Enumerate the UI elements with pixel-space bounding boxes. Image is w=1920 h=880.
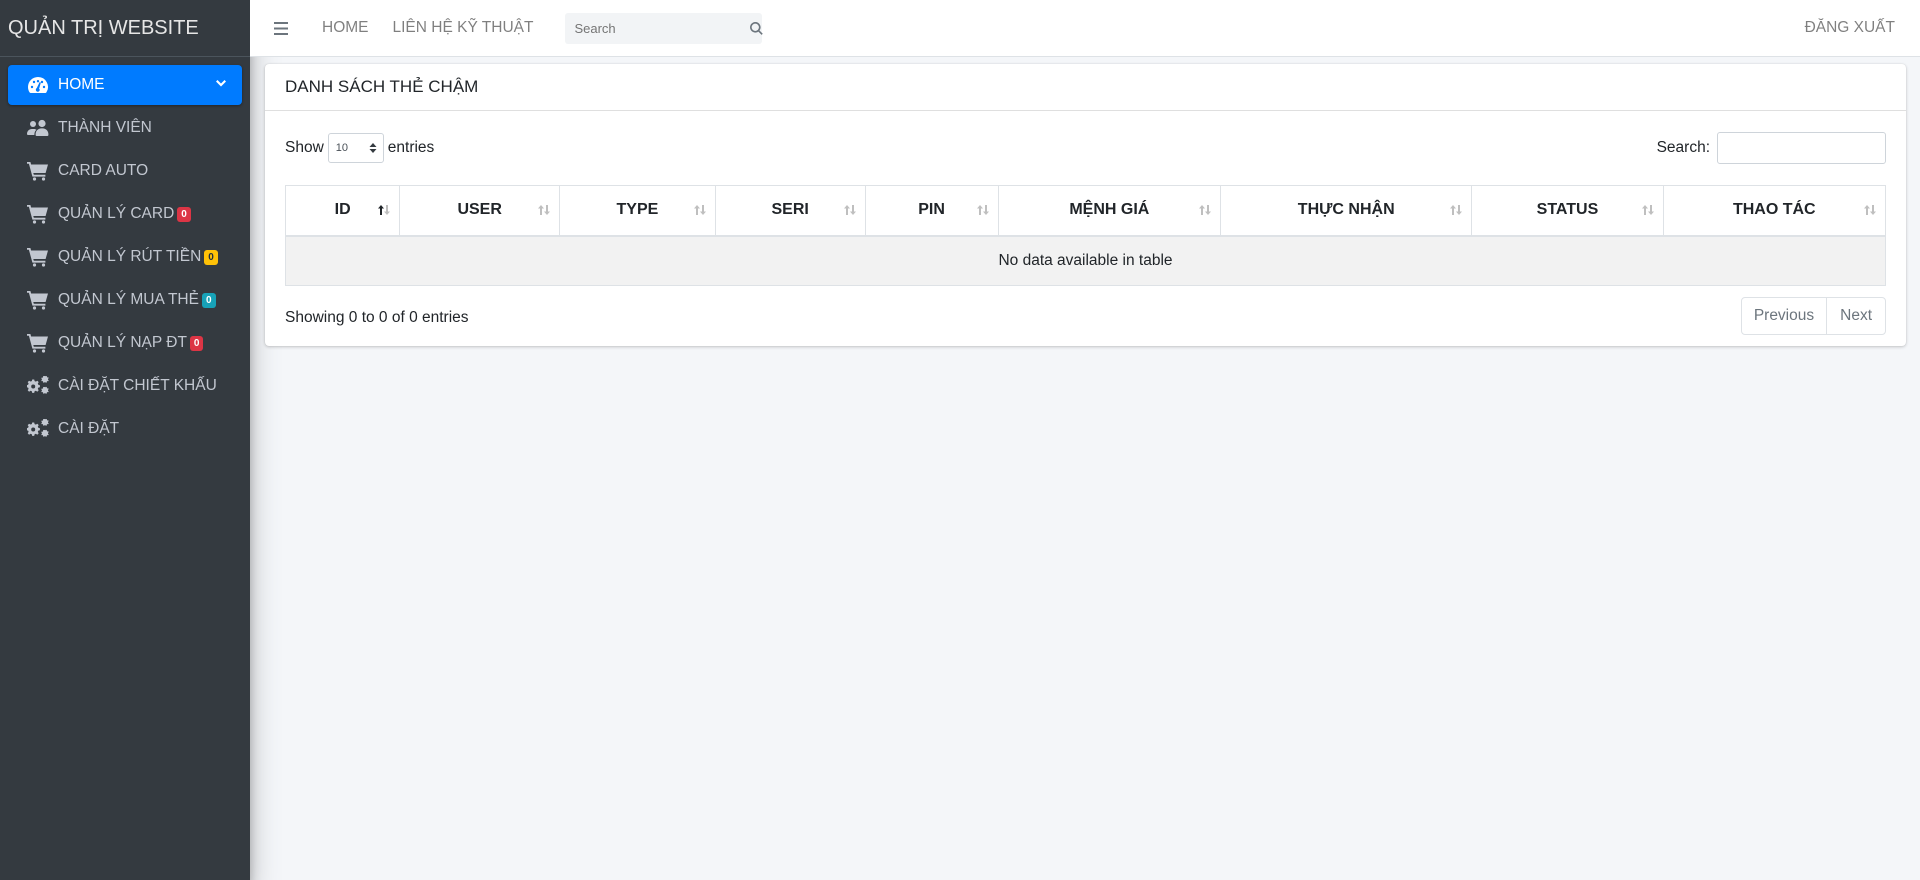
logout-link[interactable]: ĐĂNG XUẤT [1805, 19, 1895, 37]
column-header-label: SERI [771, 201, 809, 219]
sidebar-item-cai-dat[interactable]: CÀI ĐẶT [8, 409, 242, 449]
sidebar-item-thanh-vien[interactable]: THÀNH VIÊN [8, 108, 242, 148]
entries-label: entries [387, 139, 435, 156]
cart-icon [26, 290, 50, 310]
column-header-label: PIN [918, 201, 945, 219]
cart-icon [26, 247, 50, 267]
table-row: No data available in table [285, 235, 1886, 286]
sort-icon [976, 203, 990, 217]
table-info: Showing 0 to 0 of 0 entries [285, 309, 469, 326]
count-badge: 0 [177, 206, 191, 222]
cart-icon [26, 333, 50, 353]
menu-toggle-icon[interactable] [274, 20, 290, 36]
column-header-label: THỰC NHẬN [1297, 201, 1395, 219]
navbar-search [565, 12, 764, 44]
sidebar-item-label: CÀI ĐẶT CHIẾT KHẤU [58, 377, 217, 394]
column-header[interactable]: MỆNH GIÁ [997, 185, 1222, 237]
sort-icon [1863, 203, 1877, 217]
column-header-label: TYPE [616, 201, 659, 219]
sidebar-item-label: CARD AUTO [58, 162, 149, 179]
sort-icon [1198, 203, 1212, 217]
column-header[interactable]: SERI [714, 185, 866, 237]
sort-icon [693, 203, 707, 217]
sidebar-item-quan-ly-mua-the[interactable]: QUẢN LÝ MUA THẺ 0 [8, 280, 242, 320]
show-label: Show [285, 139, 324, 156]
entries-select-value: 10 [335, 142, 349, 154]
count-badge: 0 [201, 292, 216, 308]
column-header[interactable]: TYPE [559, 185, 716, 237]
sort-icon [377, 203, 391, 217]
sidebar: QUẢN TRỊ WEBSITE HOME THÀNH VIÊN CARD AUTO… [0, 0, 250, 880]
entries-length-control: Show 10 entries [285, 133, 434, 163]
column-header-label: ID [334, 201, 351, 219]
nav-support-link[interactable]: LIÊN HỆ KỸ THUẬT [393, 19, 534, 37]
sidebar-item-label: QUẢN LÝ MUA THẺ [58, 291, 199, 308]
column-header[interactable]: PIN [864, 185, 999, 237]
table-search: Search: [1657, 132, 1886, 164]
panel-title: DANH SÁCH THẺ CHẬM [265, 64, 1906, 111]
pagination: Previous Next [1740, 297, 1886, 335]
sort-icon [537, 203, 551, 217]
table-search-label: Search: [1656, 139, 1710, 156]
sidebar-item-label: QUẢN LÝ CARD [58, 205, 175, 222]
sidebar-item-quan-ly-nap-dt[interactable]: QUẢN LÝ NẠP ĐT 0 [8, 323, 242, 363]
top-navbar: HOME LIÊN HỆ KỸ THUẬT ĐĂNG XUẤT [250, 0, 1920, 57]
sidebar-item-quan-ly-rut-tien[interactable]: QUẢN LÝ RÚT TIỀN 0 [8, 237, 242, 277]
count-badge: 0 [204, 249, 218, 265]
cart-icon [26, 161, 50, 181]
sidebar-item-label: QUẢN LÝ RÚT TIỀN [58, 248, 202, 265]
count-badge: 0 [189, 335, 204, 351]
sidebar-item-label: THÀNH VIÊN [58, 119, 152, 136]
previous-page-button[interactable]: Previous [1742, 298, 1826, 334]
sort-icon [1641, 203, 1655, 217]
sidebar-item-label: QUẢN LÝ NẠP ĐT [58, 334, 187, 351]
column-header[interactable]: USER [399, 185, 561, 237]
next-page-button[interactable]: Next [1826, 298, 1885, 334]
column-header[interactable]: ID [284, 185, 401, 237]
tachometer-icon [26, 75, 50, 95]
column-header-label: MỆNH GIÁ [1069, 201, 1150, 219]
column-header-label: THAO TÁC [1732, 201, 1816, 219]
search-icon[interactable] [750, 13, 764, 44]
nav-home-link[interactable]: HOME [322, 19, 369, 37]
sidebar-item-label: HOME [58, 76, 105, 93]
brand-title[interactable]: QUẢN TRỊ WEBSITE [0, 0, 250, 57]
column-header[interactable]: THỰC NHẬN [1220, 185, 1473, 237]
data-table: ID USER TYPE SERI PIN MỆNH GIÁ THỰC NHẬN STATUS… [284, 185, 1887, 286]
column-header-label: STATUS [1536, 201, 1599, 219]
slow-cards-panel: DANH SÁCH THẺ CHẬM Show 10 entries Searc… [265, 64, 1906, 346]
users-icon [26, 118, 50, 138]
column-header[interactable]: THAO TÁC [1662, 185, 1887, 237]
sort-icon [1449, 203, 1463, 217]
table-search-input[interactable] [1717, 132, 1886, 164]
column-header[interactable]: STATUS [1471, 185, 1664, 237]
sidebar-item-quan-ly-card[interactable]: QUẢN LÝ CARD 0 [8, 194, 242, 234]
cogs-icon [26, 376, 50, 396]
sidebar-nav: HOME THÀNH VIÊN CARD AUTO QUẢN LÝ CARD 0 QUẢN… [0, 57, 250, 449]
navbar-search-input[interactable] [565, 12, 751, 44]
sort-updown-icon [369, 143, 377, 153]
chevron-down-icon[interactable] [214, 77, 228, 91]
sidebar-item-card-auto[interactable]: CARD AUTO [8, 151, 242, 191]
empty-table-message: No data available in table [285, 235, 1886, 286]
sidebar-item-label: CÀI ĐẶT [58, 420, 120, 437]
sidebar-item-home[interactable]: HOME [8, 65, 242, 105]
sidebar-item-cai-dat-chiet-khau[interactable]: CÀI ĐẶT CHIẾT KHẤU [8, 366, 242, 406]
cart-icon [26, 204, 50, 224]
sort-icon [843, 203, 857, 217]
column-header-label: USER [457, 201, 502, 219]
cogs-icon [26, 419, 50, 439]
entries-select[interactable]: 10 [327, 133, 384, 163]
